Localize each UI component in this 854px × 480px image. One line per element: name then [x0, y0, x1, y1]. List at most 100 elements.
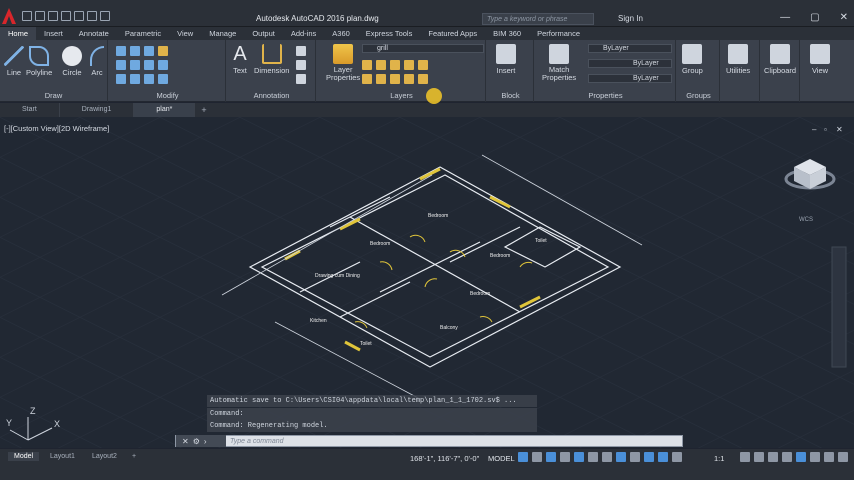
layer-prev-icon[interactable]: [362, 74, 372, 84]
coordinates-readout[interactable]: 168'-1", 116'-7", 0'-0": [410, 454, 479, 463]
arc-tool[interactable]: Arc: [90, 46, 104, 77]
wrench-icon[interactable]: ⚙: [193, 437, 200, 446]
array-icon[interactable]: [144, 74, 154, 84]
dimension-tool[interactable]: Dimension: [254, 44, 289, 75]
selection-cycling-icon[interactable]: [644, 452, 654, 462]
line-tool[interactable]: Line: [4, 46, 24, 77]
trim-icon[interactable]: [144, 46, 154, 56]
layer-change-icon[interactable]: [404, 74, 414, 84]
clean-screen-icon[interactable]: [824, 452, 834, 462]
new-icon[interactable]: [22, 11, 32, 21]
customization-icon[interactable]: [838, 452, 848, 462]
hardware-acceleration-icon[interactable]: [810, 452, 820, 462]
insert-tool[interactable]: Insert: [496, 44, 516, 75]
tab-a360[interactable]: A360: [324, 27, 358, 40]
tab-performance[interactable]: Performance: [529, 27, 588, 40]
tab-output[interactable]: Output: [244, 27, 283, 40]
tab-addins[interactable]: Add-ins: [283, 27, 324, 40]
draw-panel-title[interactable]: Draw: [0, 91, 107, 100]
tab-featured-apps[interactable]: Featured Apps: [420, 27, 485, 40]
tab-view[interactable]: View: [169, 27, 201, 40]
redo-icon[interactable]: [100, 11, 110, 21]
saveas-icon[interactable]: [61, 11, 71, 21]
circle-tool[interactable]: Circle: [62, 46, 82, 77]
isodraft-icon[interactable]: [574, 452, 584, 462]
layer-properties-tool[interactable]: Layer Properties: [326, 44, 360, 82]
quick-properties-icon[interactable]: [782, 452, 792, 462]
layout-tab-layout2[interactable]: Layout2: [86, 452, 123, 461]
annotation-monitor-icon[interactable]: [754, 452, 764, 462]
polyline-tool[interactable]: Polyline: [26, 46, 52, 77]
search-input[interactable]: Type a keyword or phrase: [482, 13, 594, 25]
tab-bim360[interactable]: BIM 360: [485, 27, 529, 40]
layers-panel-title[interactable]: Layers: [318, 91, 485, 100]
open-icon[interactable]: [35, 11, 45, 21]
layer-iso-icon[interactable]: [404, 60, 414, 70]
layer-off-icon[interactable]: [390, 60, 400, 70]
offset-icon[interactable]: [158, 74, 168, 84]
viewport-label[interactable]: [-][Custom View][2D Wireframe]: [4, 124, 109, 133]
restore-icon[interactable]: ▢: [810, 12, 819, 23]
command-input[interactable]: Type a command: [226, 438, 284, 445]
block-panel-title[interactable]: Block: [488, 91, 533, 100]
isolate-objects-icon[interactable]: [796, 452, 806, 462]
mirror-icon[interactable]: [130, 60, 140, 70]
scale-icon[interactable]: [130, 74, 140, 84]
tab-annotate[interactable]: Annotate: [71, 27, 117, 40]
navigation-bar[interactable]: [831, 246, 847, 368]
mtext-icon[interactable]: [296, 74, 306, 84]
grid-icon[interactable]: [518, 452, 528, 462]
tab-home[interactable]: Home: [0, 27, 37, 40]
lineweight-dropdown[interactable]: ByLayer: [588, 74, 672, 83]
tab-manage[interactable]: Manage: [201, 27, 244, 40]
undo-icon[interactable]: [87, 11, 97, 21]
viewport-close-icon[interactable]: ✕: [836, 125, 843, 134]
units-icon[interactable]: [768, 452, 778, 462]
add-layout-icon[interactable]: +: [126, 452, 142, 461]
utilities-tool[interactable]: Utilities: [726, 44, 750, 75]
linetype-dropdown[interactable]: ByLayer: [588, 59, 672, 68]
ortho-icon[interactable]: [546, 452, 556, 462]
layer-lock-icon[interactable]: [376, 60, 386, 70]
copy-icon[interactable]: [116, 60, 126, 70]
clipboard-tool[interactable]: Clipboard: [764, 44, 796, 75]
tab-parametric[interactable]: Parametric: [117, 27, 169, 40]
otrack-icon[interactable]: [602, 452, 612, 462]
sign-in-button[interactable]: Sign In: [618, 14, 643, 23]
viewport-restore-icon[interactable]: ▫: [824, 125, 827, 134]
modify-panel-title[interactable]: Modify: [110, 91, 225, 100]
color-dropdown[interactable]: ByLayer: [588, 44, 672, 53]
file-tab-plan[interactable]: plan*: [134, 103, 196, 117]
annotation-panel-title[interactable]: Annotation: [228, 91, 315, 100]
table-icon[interactable]: [296, 46, 306, 56]
model-space-toggle[interactable]: MODEL: [488, 454, 515, 463]
viewport-minimize-icon[interactable]: –: [812, 125, 817, 134]
polar-icon[interactable]: [560, 452, 570, 462]
properties-panel-title[interactable]: Properties: [536, 91, 675, 100]
close-icon[interactable]: ✕: [840, 12, 848, 23]
layer-walk-icon[interactable]: [390, 74, 400, 84]
plot-icon[interactable]: [74, 11, 84, 21]
wcs-label[interactable]: WCS: [799, 217, 813, 223]
layer-dropdown[interactable]: grill: [362, 44, 484, 53]
snap-icon[interactable]: [532, 452, 542, 462]
auto-scale-icon[interactable]: [672, 452, 682, 462]
layout-tab-layout1[interactable]: Layout1: [44, 452, 81, 461]
transparency-icon[interactable]: [630, 452, 640, 462]
tab-insert[interactable]: Insert: [36, 27, 71, 40]
leader-icon[interactable]: [296, 60, 306, 70]
new-tab-icon[interactable]: +: [201, 105, 206, 115]
move-icon[interactable]: [116, 46, 126, 56]
erase-icon[interactable]: [158, 46, 168, 56]
osnap-icon[interactable]: [588, 452, 598, 462]
match-properties-tool[interactable]: Match Properties: [542, 44, 576, 82]
minimize-icon[interactable]: —: [780, 12, 790, 23]
group-tool[interactable]: Group: [682, 44, 703, 75]
stretch-icon[interactable]: [116, 74, 126, 84]
layer-match-icon[interactable]: [418, 60, 428, 70]
layer-freeze-icon[interactable]: [362, 60, 372, 70]
fillet-icon[interactable]: [144, 60, 154, 70]
layer-merge-icon[interactable]: [418, 74, 428, 84]
text-tool[interactable]: A Text: [230, 44, 250, 75]
tab-express-tools[interactable]: Express Tools: [358, 27, 421, 40]
